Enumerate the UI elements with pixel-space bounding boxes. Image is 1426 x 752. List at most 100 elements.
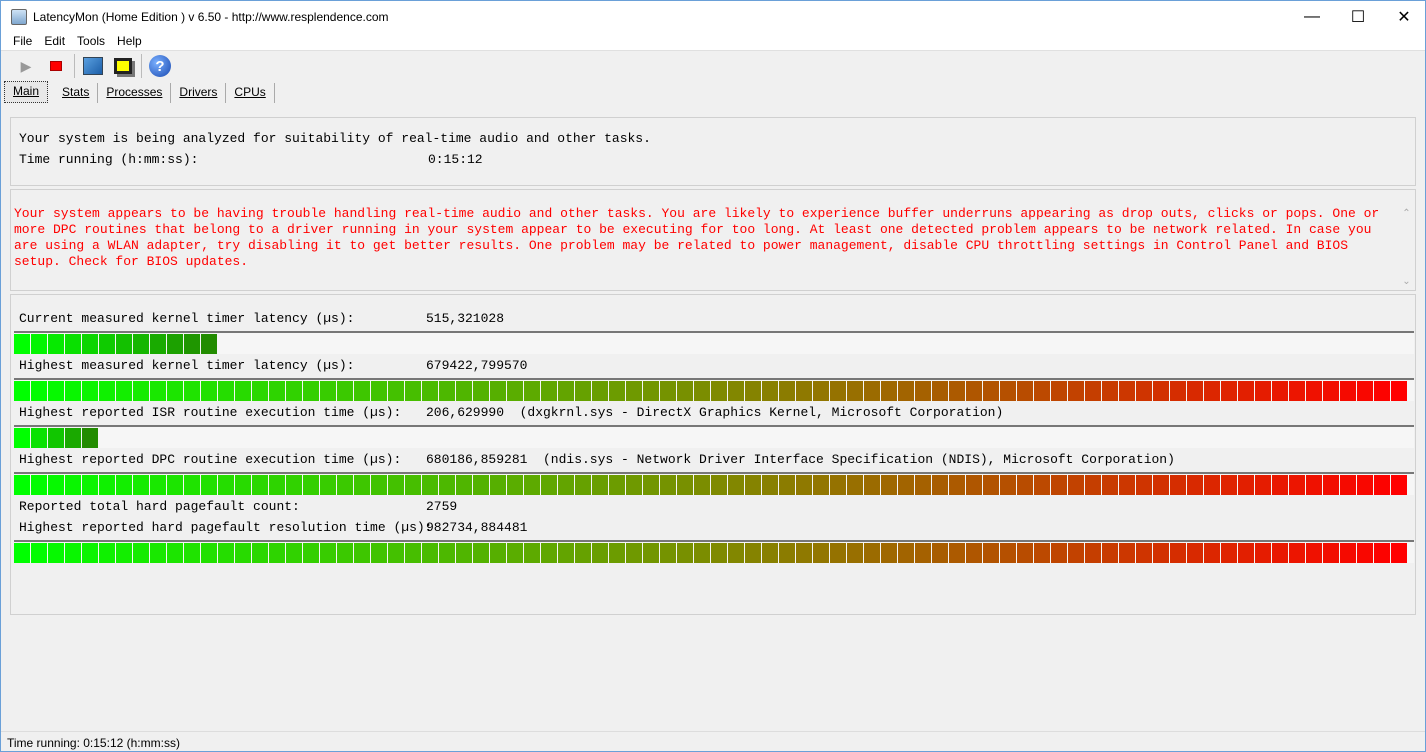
- bar-segment: [1085, 381, 1101, 401]
- bar-segment: [218, 475, 234, 495]
- bar-segment: [1374, 475, 1390, 495]
- bar-segment: [660, 543, 676, 563]
- bar-segment: [354, 381, 370, 401]
- tab-stats[interactable]: Stats: [54, 83, 99, 103]
- bar-segment: [269, 381, 285, 401]
- bar-segment: [371, 381, 387, 401]
- tab-bar: Main Stats Processes Drivers CPUs: [1, 81, 1425, 103]
- bar-segment: [745, 475, 761, 495]
- bar-segment: [252, 381, 268, 401]
- bar-segment: [558, 475, 574, 495]
- latency-bar: [14, 540, 1414, 563]
- bar-segment: [1170, 543, 1186, 563]
- bar-segment: [643, 475, 659, 495]
- tab-cpus[interactable]: CPUs: [226, 83, 275, 103]
- bar-segment: [14, 428, 30, 448]
- metric-detail: (dxgkrnl.sys - DirectX Graphics Kernel, …: [519, 405, 1004, 420]
- bar-segment: [133, 334, 149, 354]
- bar-segment: [150, 543, 166, 563]
- cpu-button[interactable]: [108, 52, 138, 80]
- bar-segment: [388, 475, 404, 495]
- bar-segment: [1153, 543, 1169, 563]
- bar-segment: [1357, 475, 1373, 495]
- bar-segment: [1102, 543, 1118, 563]
- bar-segment: [1255, 543, 1271, 563]
- bar-segment: [711, 381, 727, 401]
- bar-segment: [626, 381, 642, 401]
- menu-edit[interactable]: Edit: [44, 34, 65, 48]
- bar-segment: [660, 475, 676, 495]
- bar-segment: [1119, 475, 1135, 495]
- bar-segment: [167, 543, 183, 563]
- toolbar-separator: [141, 54, 142, 78]
- minimize-button[interactable]: —: [1289, 1, 1335, 32]
- metric-value: 680186,859281: [426, 452, 528, 467]
- menu-tools[interactable]: Tools: [77, 34, 105, 48]
- start-button[interactable]: ▶: [11, 52, 41, 80]
- bar-segment: [1187, 543, 1203, 563]
- stop-button[interactable]: [41, 52, 71, 80]
- bar-segment: [1340, 475, 1356, 495]
- bar-segment: [881, 475, 897, 495]
- menu-file[interactable]: File: [13, 34, 32, 48]
- monitor-button[interactable]: [78, 52, 108, 80]
- bar-segment: [677, 475, 693, 495]
- scroll-down-icon[interactable]: ⌄: [1398, 276, 1415, 288]
- warning-text: Your system appears to be having trouble…: [14, 206, 1380, 269]
- bar-segment: [813, 543, 829, 563]
- tab-main[interactable]: Main: [4, 81, 49, 103]
- bar-segment: [99, 543, 115, 563]
- bar-segment: [864, 543, 880, 563]
- bar-segment: [592, 475, 608, 495]
- toolbar-separator: [74, 54, 75, 78]
- bar-segment: [286, 381, 302, 401]
- close-button[interactable]: ✕: [1381, 1, 1426, 32]
- bar-segment: [1255, 381, 1271, 401]
- bar-segment: [507, 543, 523, 563]
- latency-bar: [14, 378, 1414, 401]
- stop-icon: [50, 61, 62, 71]
- help-button[interactable]: ?: [145, 52, 175, 80]
- summary-panel: Your system is being analyzed for suitab…: [10, 117, 1416, 186]
- scroll-up-icon[interactable]: ⌃: [1398, 208, 1415, 220]
- bar-segment: [371, 543, 387, 563]
- metric-value: 2759: [426, 499, 458, 514]
- bar-segment: [201, 381, 217, 401]
- bar-segment: [1085, 543, 1101, 563]
- summary-text: Your system is being analyzed for suitab…: [19, 131, 651, 146]
- bar-segment: [643, 543, 659, 563]
- bar-segment: [677, 543, 693, 563]
- tab-drivers[interactable]: Drivers: [171, 83, 227, 103]
- windows-icon: [114, 58, 132, 74]
- bar-segment: [1391, 543, 1407, 563]
- bar-segment: [65, 334, 81, 354]
- bar-segment: [184, 334, 200, 354]
- bar-segment: [1221, 475, 1237, 495]
- bar-segment: [728, 381, 744, 401]
- bar-segment: [31, 381, 47, 401]
- bar-segment: [456, 543, 472, 563]
- bar-segment: [1306, 475, 1322, 495]
- bar-segment: [48, 428, 64, 448]
- bar-segment: [286, 543, 302, 563]
- bar-segment: [1272, 543, 1288, 563]
- status-bar: Time running: 0:15:12 (h:mm:ss): [1, 731, 1425, 751]
- maximize-button[interactable]: ☐: [1335, 1, 1381, 32]
- bar-segment: [405, 543, 421, 563]
- bar-segment: [320, 475, 336, 495]
- bar-segment: [184, 381, 200, 401]
- bar-segment: [422, 381, 438, 401]
- bar-segment: [1204, 381, 1220, 401]
- metric-label: Highest measured kernel timer latency (µ…: [19, 358, 355, 373]
- bar-segment: [14, 334, 30, 354]
- bar-segment: [609, 475, 625, 495]
- bar-segment: [65, 381, 81, 401]
- scrollbar[interactable]: ⌃ ⌄: [1398, 190, 1415, 290]
- bar-segment: [439, 381, 455, 401]
- bar-segment: [813, 381, 829, 401]
- bar-segment: [898, 381, 914, 401]
- bar-segment: [609, 543, 625, 563]
- tab-processes[interactable]: Processes: [98, 83, 172, 103]
- bar-segment: [473, 475, 489, 495]
- menu-help[interactable]: Help: [117, 34, 142, 48]
